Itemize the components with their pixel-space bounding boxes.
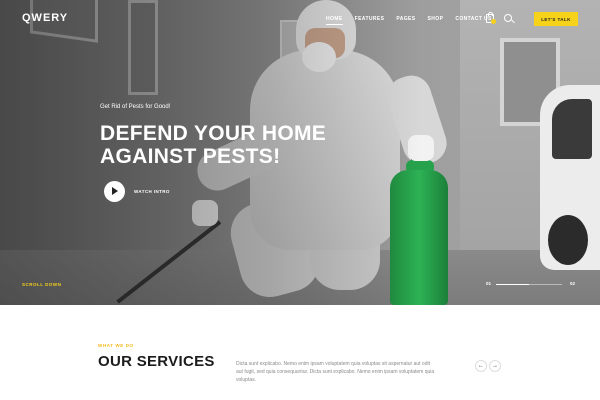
services-description: Dicta sunt explicabo. Nemo enim ipsam vo… (236, 361, 435, 383)
menu-item-shop[interactable]: SHOP (428, 16, 444, 25)
services-eyebrow: WHAT WE DO (98, 343, 134, 348)
menu-item-pages[interactable]: PAGES (396, 16, 415, 25)
menu-item-home[interactable]: HOME (326, 16, 343, 25)
lets-talk-button[interactable]: LET'S TALK (534, 12, 578, 26)
next-arrow-button[interactable]: → (489, 360, 501, 372)
main-menu: HOME FEATURES PAGES SHOP CONTACT US (326, 16, 492, 25)
hero-eyebrow: Get Rid of Pests for Good! (100, 104, 171, 110)
menu-item-features[interactable]: FEATURES (355, 16, 385, 25)
watch-intro-link[interactable]: WATCH INTRO (134, 189, 170, 194)
site-logo[interactable]: QWERY (22, 12, 68, 24)
hero-section: Get Rid of Pests for Good! DEFEND YOUR H… (0, 0, 600, 305)
top-navigation: QWERY HOME FEATURES PAGES SHOP CONTACT U… (0, 0, 600, 38)
hero-headline-line2: AGAINST PESTS! (100, 145, 281, 168)
slider-progress-track[interactable] (496, 284, 562, 285)
hero-headline-line1: DEFEND YOUR HOME (100, 122, 327, 145)
cart-badge (491, 19, 496, 24)
slider-progress-fill (496, 284, 529, 285)
slide-current-number: 01 (486, 281, 492, 286)
scroll-down-link[interactable]: SCROLL DOWN (22, 282, 61, 287)
play-video-button[interactable] (104, 181, 125, 202)
slide-total-number: 02 (570, 281, 576, 286)
prev-arrow-button[interactable]: ← (475, 360, 487, 372)
hero-headline: DEFEND YOUR HOME AGAINST PESTS! (100, 122, 326, 168)
services-title: OUR SERVICES (98, 353, 215, 370)
search-icon[interactable] (504, 14, 512, 22)
